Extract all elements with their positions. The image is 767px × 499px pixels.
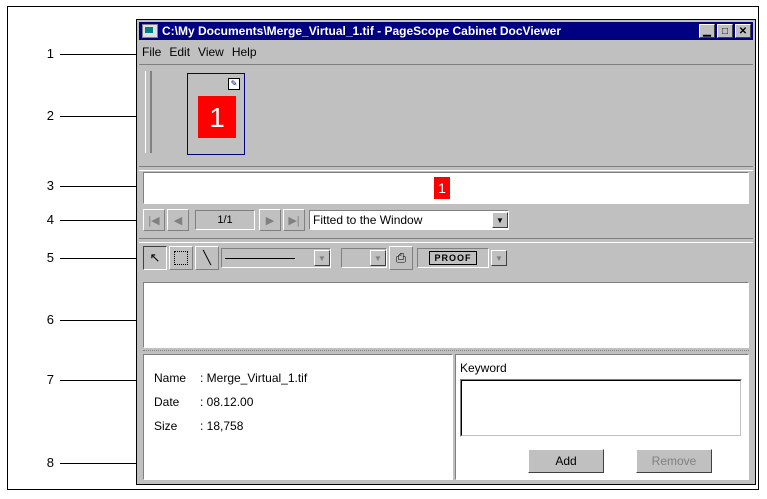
line-style-sample [222,251,314,265]
app-icon[interactable] [142,24,158,38]
property-size-value: : 18,758 [200,419,244,433]
add-keyword-button[interactable]: Add [528,449,604,473]
color-dropdown-icon[interactable]: ▼ [370,250,386,266]
pane-divider[interactable] [139,166,753,171]
close-button[interactable]: ✕ [735,24,751,38]
property-name: Name : Merge_Virtual_1.tif [154,371,307,385]
property-name-key: Name [154,371,187,385]
keyword-label: Keyword [460,361,507,375]
stamp-dropdown-icon[interactable]: ▼ [491,250,507,266]
pane-grip-2[interactable] [151,71,154,153]
stamp-select[interactable]: ▼ [491,248,511,268]
stamp-preview[interactable]: PROOF [417,248,489,268]
thumbnail-pane: ✎ 1 [139,64,753,165]
menu-help[interactable]: Help [232,45,257,59]
memo-area[interactable] [143,282,749,348]
page-strip-marker[interactable]: 1 [434,177,450,199]
zoom-select[interactable]: Fitted to the Window ▼ [309,210,509,230]
stamp-label: PROOF [429,251,477,265]
property-date: Date : 08.12.00 [154,395,253,409]
title-bar[interactable]: C:\My Documents\Merge_Virtual_1.tif - Pa… [139,22,753,40]
prev-page-button[interactable]: ◀ [167,209,189,231]
menu-edit[interactable]: Edit [169,45,190,59]
thumbnail-page-number: 1 [198,96,236,138]
properties-panel: Name : Merge_Virtual_1.tif Date : 08.12.… [143,354,453,480]
window-title: C:\My Documents\Merge_Virtual_1.tif - Pa… [162,24,561,38]
property-name-value: : Merge_Virtual_1.tif [200,371,308,385]
remove-keyword-button[interactable]: Remove [636,449,712,473]
next-page-button[interactable]: ▶ [259,209,281,231]
menu-file[interactable]: File [142,45,161,59]
toolbar-divider [139,238,753,243]
select-arrow-tool[interactable]: ↖ [143,246,167,270]
docviewer-window: C:\My Documents\Merge_Virtual_1.tif - Pa… [136,19,756,485]
color-select[interactable]: ▼ [341,248,387,268]
first-page-button[interactable]: |◀ [143,209,165,231]
property-size-key: Size [154,419,178,433]
minimize-button[interactable]: ▁ [699,24,715,38]
document-icon: ✎ [228,78,240,90]
maximize-button[interactable]: □ [717,24,733,38]
property-date-value: : 08.12.00 [200,395,254,409]
property-size: Size : 18,758 [154,419,243,433]
property-date-key: Date [154,395,180,409]
navigation-bar: |◀ ◀ 1/1 ▶ ▶| Fitted to the Window ▼ [143,208,749,232]
stamp-icon[interactable]: ⎙ [389,246,413,270]
menu-bar: File Edit View Help [139,42,753,62]
line-style-dropdown-icon[interactable]: ▼ [314,250,330,266]
zoom-dropdown-icon[interactable]: ▼ [492,212,508,228]
last-page-button[interactable]: ▶| [283,209,305,231]
splitter[interactable] [143,350,749,353]
page-thumbnail[interactable]: ✎ 1 [187,73,245,155]
keyword-input[interactable] [460,379,742,437]
zoom-value: Fitted to the Window [313,213,423,227]
keyword-panel: Keyword Add Remove [455,354,749,480]
page-indicator[interactable]: 1/1 [195,210,255,230]
rectangle-select-tool[interactable] [169,246,193,270]
annotation-toolbar: ↖ ╲ ▼ ▼ ⎙ PROOF ▼ [143,246,749,270]
line-style-select[interactable]: ▼ [221,248,331,268]
page-strip: 1 [143,172,749,204]
menu-view[interactable]: View [198,45,224,59]
line-tool[interactable]: ╲ [195,246,219,270]
